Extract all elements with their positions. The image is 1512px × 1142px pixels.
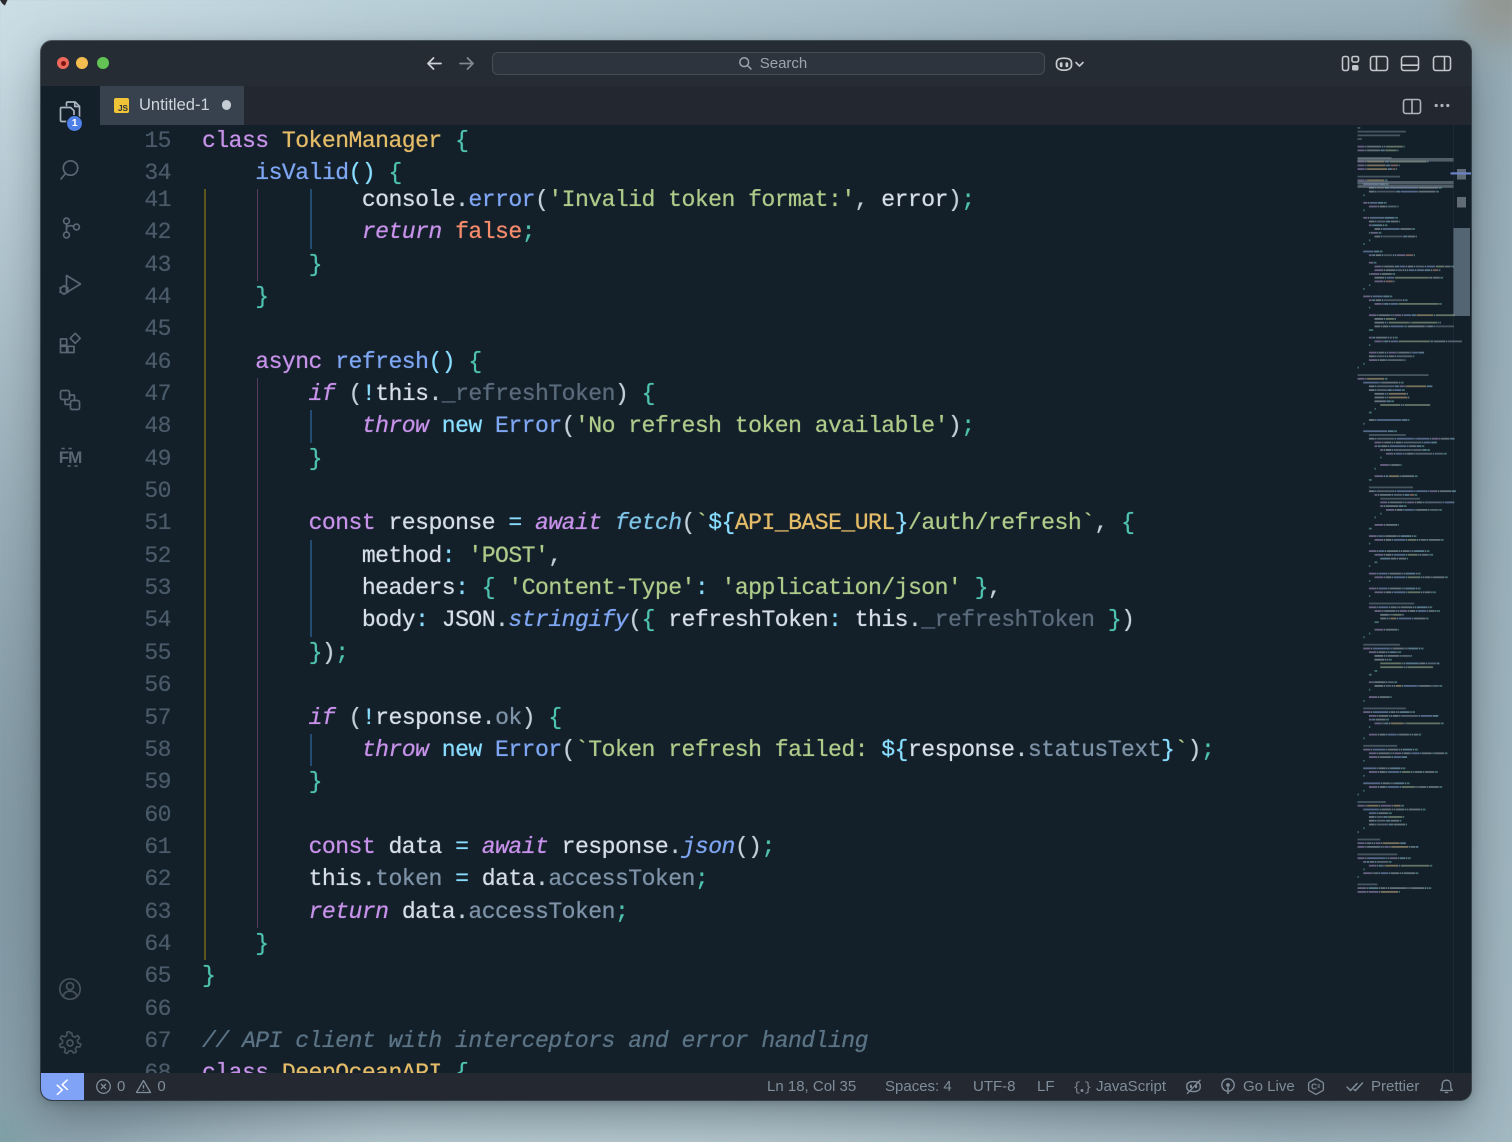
svg-text:{: { xyxy=(1073,1080,1081,1094)
svg-text:FM: FM xyxy=(59,448,82,467)
svg-text:JS: JS xyxy=(117,104,128,113)
svg-text:C: C xyxy=(1311,1082,1317,1091)
svg-text:}: } xyxy=(1084,1080,1092,1094)
